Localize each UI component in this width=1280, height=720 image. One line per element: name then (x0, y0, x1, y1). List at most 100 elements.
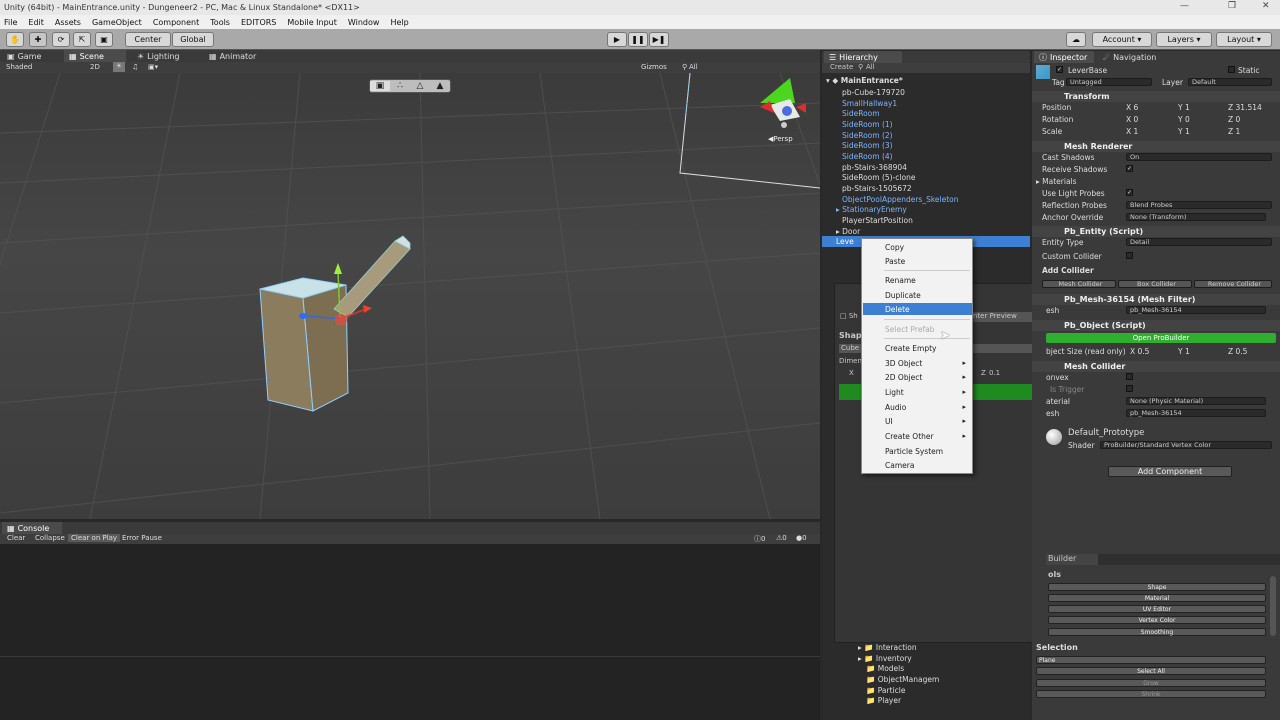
shrink-button[interactable]: Shrink (1036, 690, 1266, 698)
collider-mesh-field[interactable]: pb_Mesh-36154 (1126, 409, 1266, 417)
uv-editor-button[interactable]: UV Editor (1048, 605, 1266, 613)
hierarchy-create-dropdown[interactable]: Create (830, 63, 853, 71)
vertex-color-button[interactable]: Vertex Color (1048, 616, 1266, 624)
lighting-toggle-icon[interactable]: ☀ (113, 62, 125, 72)
gameobject-name-field[interactable]: LeverBase (1068, 66, 1107, 75)
object-mode-icon[interactable]: ▣ (370, 81, 390, 91)
mesh-filter-mesh-field[interactable]: pb_Mesh-36154 (1126, 306, 1266, 314)
dimension-z-value[interactable]: 0.1 (989, 369, 1000, 377)
menu-item-paste[interactable]: Paste (863, 255, 972, 267)
persp-label[interactable]: ◀Persp (768, 135, 793, 143)
2d-toggle[interactable]: 2D (90, 63, 100, 71)
rotation-y[interactable]: Y 0 (1178, 115, 1190, 124)
remove-collider-button[interactable]: Remove Collider (1194, 280, 1272, 288)
materials-foldout[interactable]: ▸ Materials (1036, 177, 1077, 186)
menu-item-3d-object[interactable]: 3D Object ▸ (863, 357, 972, 369)
folder-item[interactable]: 📁 Particle (866, 686, 905, 695)
hierarchy-search-input[interactable]: All (866, 63, 875, 71)
use-light-probes-checkbox[interactable]: ✓ (1126, 189, 1133, 196)
vertex-mode-icon[interactable]: ∴ (390, 81, 410, 91)
close-icon[interactable]: ✕ (1262, 1, 1270, 11)
tab-console[interactable]: ▦ Console (2, 522, 62, 534)
audio-toggle-icon[interactable]: ♫ (132, 63, 138, 71)
pivot-global-button[interactable]: Global (172, 32, 214, 47)
maximize-icon[interactable]: ❐ (1228, 1, 1236, 11)
hierarchy-item[interactable]: ObjectPoolAppenders_Skeleton (842, 195, 959, 204)
scene-viewport[interactable]: ◀Persp ▣ ∴ △ ▲ (0, 73, 820, 519)
play-icon[interactable]: ▶ (607, 32, 627, 47)
menu-item-create-empty[interactable]: Create Empty (863, 342, 972, 354)
shader-dropdown[interactable]: ProBuilder/Standard Vertex Color (1100, 441, 1272, 449)
rotate-tool-icon[interactable]: ⟳ (52, 32, 70, 47)
hierarchy-item[interactable]: SideRoom (4) (842, 152, 893, 161)
scene-search-icon[interactable]: ⚲ (682, 63, 687, 71)
menu-item-ui[interactable]: UI ▸ (863, 415, 972, 427)
cloud-icon[interactable]: ☁ (1066, 32, 1086, 47)
material-button[interactable]: Material (1048, 594, 1266, 602)
folder-item[interactable]: 📁 ObjectManagem (866, 675, 939, 684)
tab-lighting[interactable]: ☀ Lighting (132, 50, 185, 62)
face-mode-icon[interactable]: ▲ (430, 81, 450, 91)
shape-button[interactable]: Shape (1048, 583, 1266, 591)
menu-item-duplicate[interactable]: Duplicate (863, 289, 972, 301)
scene-search-input[interactable]: All (689, 63, 698, 71)
box-collider-button[interactable]: Box Collider (1118, 280, 1192, 288)
hierarchy-item[interactable]: SideRoom (3) (842, 141, 893, 150)
menu-item-particle-system[interactable]: Particle System (863, 445, 972, 457)
tab-navigation[interactable]: ☄ Navigation (1098, 51, 1161, 63)
receive-shadows-checkbox[interactable]: ✓ (1126, 165, 1133, 172)
console-clear-on-play-toggle[interactable]: Clear on Play (68, 534, 121, 542)
hierarchy-item[interactable]: SideRoom (2) (842, 131, 893, 140)
is-trigger-checkbox[interactable] (1126, 385, 1133, 392)
tab-animator[interactable]: ▦ Animator (204, 50, 261, 62)
tag-dropdown[interactable]: Untagged (1066, 78, 1152, 86)
pb-entity-header[interactable]: Pb_Entity (Script) (1032, 226, 1280, 237)
hierarchy-search-icon[interactable]: ⚲ (858, 63, 863, 71)
static-checkbox[interactable] (1228, 66, 1235, 73)
console-error-count[interactable]: ●0 (796, 534, 807, 542)
scale-z[interactable]: Z 1 (1228, 127, 1240, 136)
layers-dropdown[interactable]: Layers ▾ (1156, 32, 1212, 47)
hand-tool-icon[interactable]: ✋ (6, 32, 24, 47)
pb-object-header[interactable]: Pb_Object (Script) (1032, 320, 1280, 331)
scale-tool-icon[interactable]: ⇱ (73, 32, 91, 47)
anchor-override-field[interactable]: None (Transform) (1126, 213, 1266, 221)
step-icon[interactable]: ▶❚ (649, 32, 669, 47)
menu-assets[interactable]: Assets (55, 18, 81, 27)
hierarchy-item[interactable]: PlayerStartPosition (842, 216, 913, 225)
menu-gameobject[interactable]: GameObject (92, 18, 142, 27)
probuilder-scrollbar[interactable] (1270, 576, 1276, 636)
mesh-filter-header[interactable]: Pb_Mesh-36154 (Mesh Filter) (1032, 294, 1280, 305)
hierarchy-item[interactable]: SmallHallway1 (842, 99, 897, 108)
orientation-gizmo[interactable] (760, 78, 806, 128)
rotation-x[interactable]: X 0 (1126, 115, 1138, 124)
cast-shadows-dropdown[interactable]: On (1126, 153, 1272, 161)
menu-item-camera[interactable]: Camera (863, 459, 972, 471)
entity-type-dropdown[interactable]: Detail (1126, 238, 1272, 246)
convex-checkbox[interactable] (1126, 373, 1133, 380)
menu-item-delete[interactable]: Delete (863, 303, 972, 315)
menu-component[interactable]: Component (153, 18, 199, 27)
layout-dropdown[interactable]: Layout ▾ (1216, 32, 1272, 47)
tab-scene[interactable]: ▦ Scene (64, 50, 126, 62)
menu-mobile-input[interactable]: Mobile Input (287, 18, 337, 27)
active-checkbox[interactable]: ✓ (1056, 66, 1063, 73)
menu-editors[interactable]: EDITORS (241, 18, 276, 27)
account-dropdown[interactable]: Account ▾ (1092, 32, 1152, 47)
open-probuilder-button[interactable]: Open ProBuilder (1046, 333, 1276, 343)
menu-help[interactable]: Help (390, 18, 408, 27)
tab-game[interactable]: ▣ Game (2, 50, 46, 62)
scale-y[interactable]: Y 1 (1178, 127, 1190, 136)
edge-mode-icon[interactable]: △ (410, 81, 430, 91)
smoothing-button[interactable]: Smoothing (1048, 628, 1266, 636)
menu-file[interactable]: File (4, 18, 17, 27)
shading-mode-dropdown[interactable]: Shaded (6, 63, 32, 71)
tab-hierarchy[interactable]: ☰ Hierarchy (824, 51, 902, 63)
menu-item-rename[interactable]: Rename (863, 274, 972, 286)
hierarchy-item[interactable]: SideRoom (1) (842, 120, 893, 129)
hierarchy-item[interactable]: pb-Stairs-1505672 (842, 184, 912, 193)
position-x[interactable]: X 6 (1126, 103, 1138, 112)
collider-material-field[interactable]: None (Physic Material) (1126, 397, 1266, 405)
transform-header[interactable]: Transform (1032, 91, 1280, 102)
lever-base-cube[interactable] (259, 277, 349, 412)
